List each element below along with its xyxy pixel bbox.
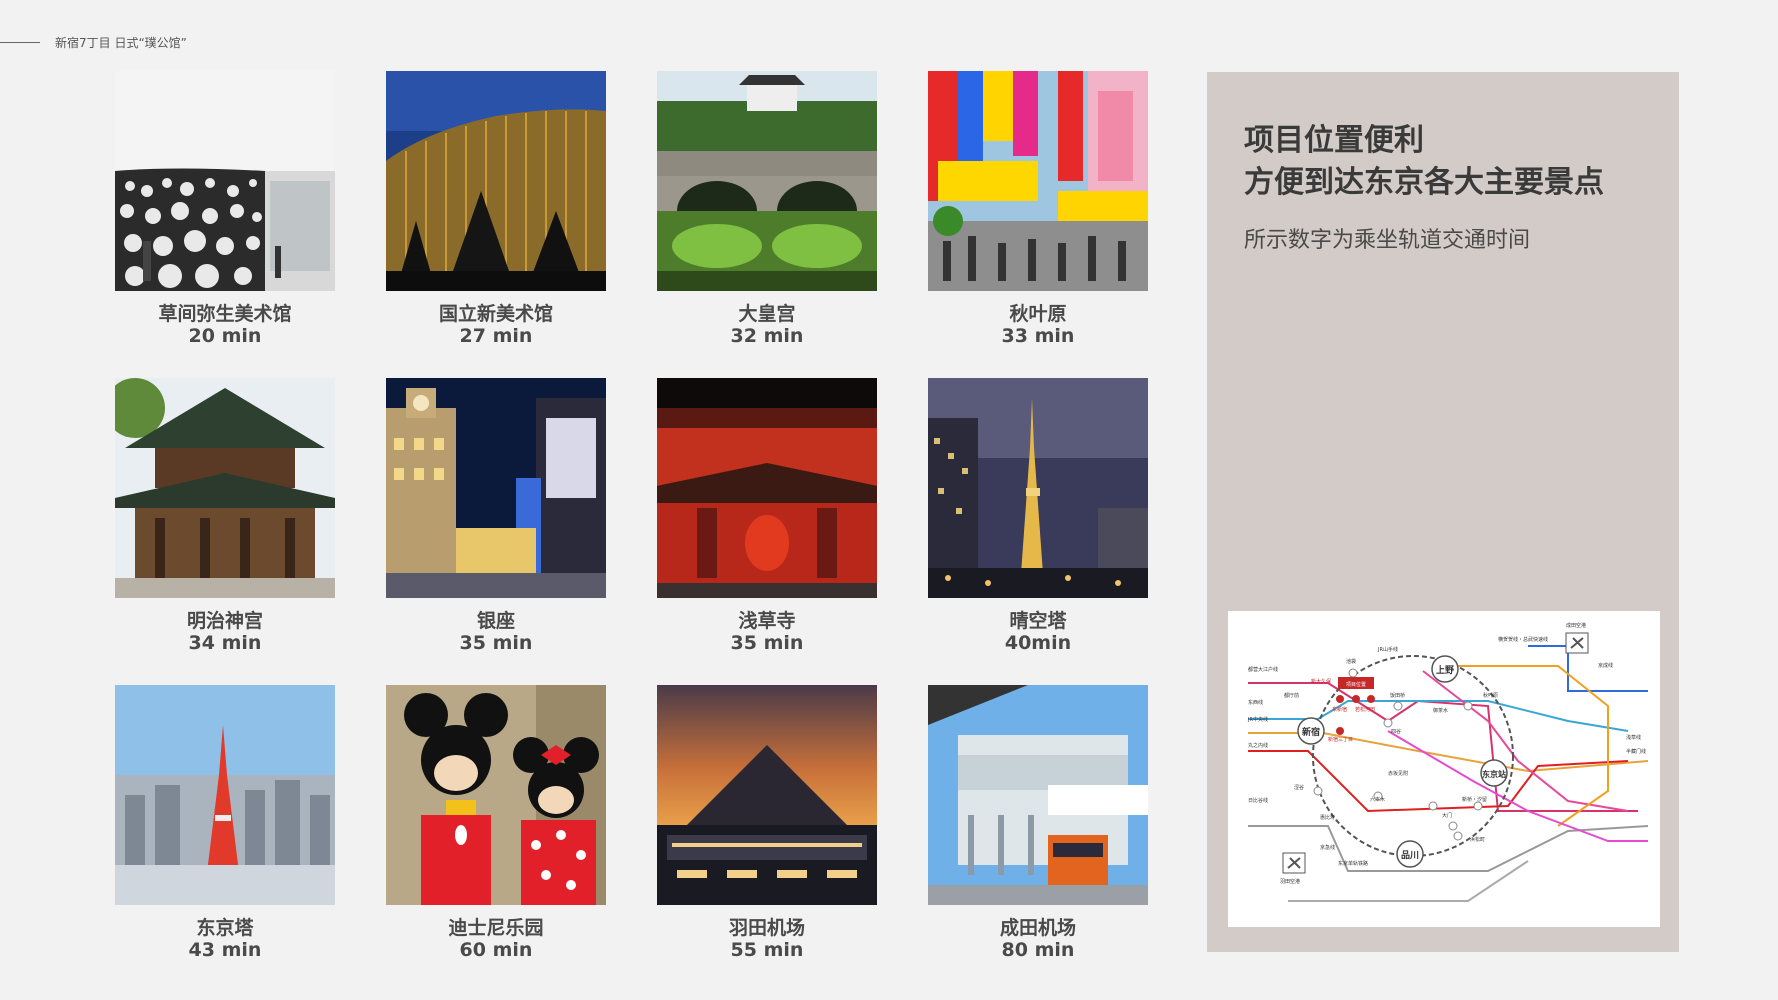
- label-keikyu: 京急线: [1320, 844, 1335, 851]
- label-shinjuku: 新宿: [1302, 726, 1320, 738]
- photo-ginza: [386, 378, 606, 598]
- header-title: 新宿7丁目 日式“璞公馆”: [55, 36, 187, 50]
- label-asakusa-line: 浅草线: [1626, 734, 1641, 741]
- spot-name: 明治神宫: [186, 610, 263, 632]
- header-line: [0, 42, 40, 43]
- label-shimbashi: 新桥・汐留: [1462, 796, 1487, 803]
- spot-name: 浅草寺: [738, 610, 796, 632]
- label-hamamatsucho: 浜松町: [1470, 836, 1485, 843]
- spot-time: 60 min: [459, 939, 533, 961]
- spot-time: 80 min: [1001, 939, 1075, 961]
- spot-name: 秋叶原: [1009, 303, 1067, 325]
- spot-card[interactable]: 明治神宫 34 min: [115, 378, 335, 654]
- photo-meiji-shrine: [115, 378, 335, 598]
- info-panel: 项目位置便利 方便到达东京各大主要景点 所示数字为乘坐轨道交通时间 上野 新宿 …: [1207, 72, 1679, 952]
- spot-name: 羽田机场: [728, 917, 805, 939]
- label-wakamatsu: 若松河田: [1355, 706, 1375, 713]
- panel-subtitle: 所示数字为乘坐轨道交通时间: [1244, 228, 1531, 253]
- spot-time: 35 min: [459, 632, 533, 654]
- label-roppongi: 六本木: [1370, 796, 1385, 803]
- spot-name: 银座: [476, 610, 515, 632]
- label-haneda: 羽田空港: [1280, 878, 1300, 885]
- label-chuo: JR中央线: [1247, 716, 1268, 723]
- label-akihabara: 秋叶原: [1483, 692, 1498, 699]
- transit-map: 上野 新宿 东京站 品川 项目位置 成田空港 羽田空港 秋叶原 池袋 涩谷 饭田…: [1228, 611, 1660, 927]
- photo-akihabara: [928, 71, 1148, 291]
- spot-time: 33 min: [1001, 325, 1075, 347]
- spot-time: 35 min: [730, 632, 804, 654]
- label-iidabashi: 饭田桥: [1390, 692, 1405, 699]
- panel-title-line1: 项目位置便利: [1244, 123, 1424, 158]
- spot-card[interactable]: 成田机场 80 min: [928, 685, 1148, 961]
- spot-card[interactable]: 浅草寺 35 min: [657, 378, 877, 654]
- spot-card[interactable]: 银座 35 min: [386, 378, 606, 654]
- spot-time: 34 min: [188, 632, 262, 654]
- spot-card[interactable]: 草间弥生美术馆 20 min: [115, 71, 335, 347]
- label-higashishinjuku: 东新宿: [1332, 706, 1347, 713]
- label-ochanomizu: 御茶水: [1433, 707, 1448, 714]
- spot-time: 40min: [1004, 632, 1072, 654]
- label-marunouchi: 丸之内线: [1248, 742, 1268, 749]
- label-yamanote: JR山手线: [1377, 646, 1398, 653]
- spot-name: 迪士尼乐园: [448, 917, 544, 939]
- label-monorail: 东京单轨铁路: [1338, 860, 1368, 867]
- spot-name: 东京塔: [196, 917, 254, 939]
- photo-disneyland: [386, 685, 606, 905]
- label-hibiya: 日比谷线: [1248, 797, 1268, 804]
- spot-card[interactable]: 国立新美术馆 27 min: [386, 71, 606, 347]
- label-keisei-skyliner: 横贺贺线・总武快速线: [1498, 636, 1548, 643]
- spot-time: 20 min: [188, 325, 262, 347]
- label-ueno: 上野: [1436, 664, 1454, 676]
- spot-card[interactable]: 晴空塔 40min: [928, 378, 1148, 654]
- label-ebisu: 惠比寿: [1320, 814, 1335, 821]
- spot-time: 27 min: [459, 325, 533, 347]
- label-shinagawa: 品川: [1401, 850, 1419, 861]
- label-hanzomon-line: 半藏门线: [1626, 748, 1646, 755]
- spot-card[interactable]: 羽田机场 55 min: [657, 685, 877, 961]
- spot-card[interactable]: 秋叶原 33 min: [928, 71, 1148, 347]
- label-shinjuku3: 新宿三丁目: [1328, 736, 1353, 743]
- photo-haneda-airport: [657, 685, 877, 905]
- label-yotsuya: 四谷: [1391, 728, 1401, 735]
- label-shibuya: 涩谷: [1294, 784, 1304, 791]
- photo-imperial-palace: [657, 71, 877, 291]
- spot-time: 55 min: [730, 939, 804, 961]
- spot-name: 大皇宫: [738, 303, 796, 325]
- label-tochomae: 都厅前: [1284, 692, 1299, 699]
- label-akasaka: 赤坂见附: [1388, 770, 1408, 777]
- spot-time: 32 min: [730, 325, 804, 347]
- spot-card[interactable]: 东京塔 43 min: [115, 685, 335, 961]
- label-project: 项目位置: [1346, 681, 1366, 688]
- panel-title: 项目位置便利 方便到达东京各大主要景点: [1244, 120, 1604, 204]
- spot-name: 国立新美术馆: [438, 303, 553, 325]
- label-narita: 成田空港: [1566, 622, 1586, 629]
- label-tokyo: 东京站: [1482, 769, 1506, 779]
- spot-card[interactable]: 迪士尼乐园 60 min: [386, 685, 606, 961]
- spot-time: 43 min: [188, 939, 262, 961]
- spot-name: 晴空塔: [1009, 610, 1067, 632]
- label-shinokubo: 新大久保: [1311, 678, 1331, 685]
- photo-national-art-center: [386, 71, 606, 291]
- spot-name: 成田机场: [999, 917, 1076, 939]
- photo-skytree: [928, 378, 1148, 598]
- spot-name: 草间弥生美术馆: [158, 303, 292, 325]
- photo-kusama-museum: [115, 71, 335, 291]
- panel-title-line2: 方便到达东京各大主要景点: [1244, 165, 1604, 200]
- spot-card[interactable]: 大皇宫 32 min: [657, 71, 877, 347]
- photo-narita-airport: [928, 685, 1148, 905]
- label-tozai: 东西线: [1248, 699, 1263, 706]
- label-ikebukuro: 池袋: [1346, 658, 1356, 665]
- photo-tokyo-tower: [115, 685, 335, 905]
- label-daimon: 大门: [1442, 812, 1452, 819]
- label-keisei: 京成线: [1598, 662, 1613, 669]
- photo-sensoji: [657, 378, 877, 598]
- label-oedo: 都营大江户线: [1248, 666, 1278, 673]
